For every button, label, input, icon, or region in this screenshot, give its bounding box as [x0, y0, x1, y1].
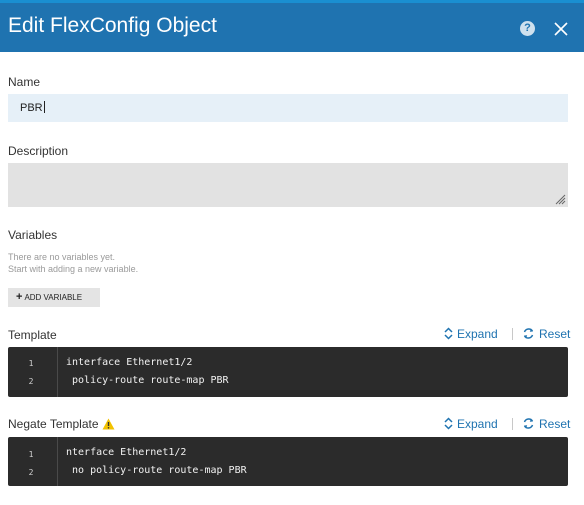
description-label: Description	[8, 144, 69, 158]
variables-empty-text-2: Start with adding a new variable.	[8, 264, 139, 274]
negate-reset-button[interactable]: Reset	[522, 417, 570, 431]
negate-expand-button[interactable]: Expand	[444, 417, 498, 431]
add-variable-label: ADD VARIABLE	[24, 293, 83, 302]
line-number: 1	[28, 359, 34, 368]
code-line[interactable]: policy-route route-map PBR	[66, 375, 229, 386]
plus-icon: +	[16, 291, 23, 303]
line-number: 2	[28, 377, 34, 386]
negate-expand-label: Expand	[457, 417, 498, 431]
expand-icon	[444, 327, 453, 340]
resize-grip-icon[interactable]	[554, 193, 566, 205]
line-number-gutter	[8, 347, 58, 397]
reset-icon	[523, 418, 534, 429]
negate-template-label: Negate Template	[8, 417, 115, 431]
action-divider	[512, 328, 513, 340]
name-value: PBR	[20, 102, 43, 114]
line-number: 2	[28, 468, 34, 477]
name-label: Name	[8, 75, 41, 89]
help-icon[interactable]: ?	[520, 21, 535, 36]
template-reset-button[interactable]: Reset	[522, 327, 570, 341]
negate-template-label-text: Negate Template	[8, 417, 99, 431]
code-line[interactable]: interface Ethernet1/2	[66, 357, 192, 368]
line-number: 1	[28, 450, 34, 459]
expand-icon	[444, 417, 453, 430]
warning-icon	[102, 418, 115, 430]
close-icon[interactable]	[552, 20, 570, 38]
template-expand-button[interactable]: Expand	[444, 327, 498, 341]
name-input[interactable]: PBR	[8, 94, 568, 122]
negate-template-code-editor[interactable]: 1 nterface Ethernet1/2 2 no policy-route…	[8, 437, 568, 486]
reset-icon	[523, 328, 534, 339]
negate-reset-label: Reset	[539, 417, 571, 431]
code-line[interactable]: no policy-route route-map PBR	[66, 465, 247, 476]
variables-label: Variables	[8, 228, 58, 242]
text-cursor	[43, 101, 45, 113]
variables-empty-text-1: There are no variables yet.	[8, 252, 116, 262]
add-variable-button[interactable]: + ADD VARIABLE	[8, 288, 100, 307]
template-code-editor[interactable]: 1 interface Ethernet1/2 2 policy-route r…	[8, 347, 568, 397]
template-expand-label: Expand	[457, 327, 498, 341]
action-divider	[512, 418, 513, 430]
template-reset-label: Reset	[539, 327, 571, 341]
code-line[interactable]: nterface Ethernet1/2	[66, 447, 186, 458]
template-label: Template	[8, 328, 57, 342]
description-textarea[interactable]	[8, 163, 568, 207]
dialog-header: Edit FlexConfig Object ?	[0, 0, 584, 52]
dialog-title: Edit FlexConfig Object	[8, 14, 217, 37]
line-number-gutter	[8, 437, 58, 486]
